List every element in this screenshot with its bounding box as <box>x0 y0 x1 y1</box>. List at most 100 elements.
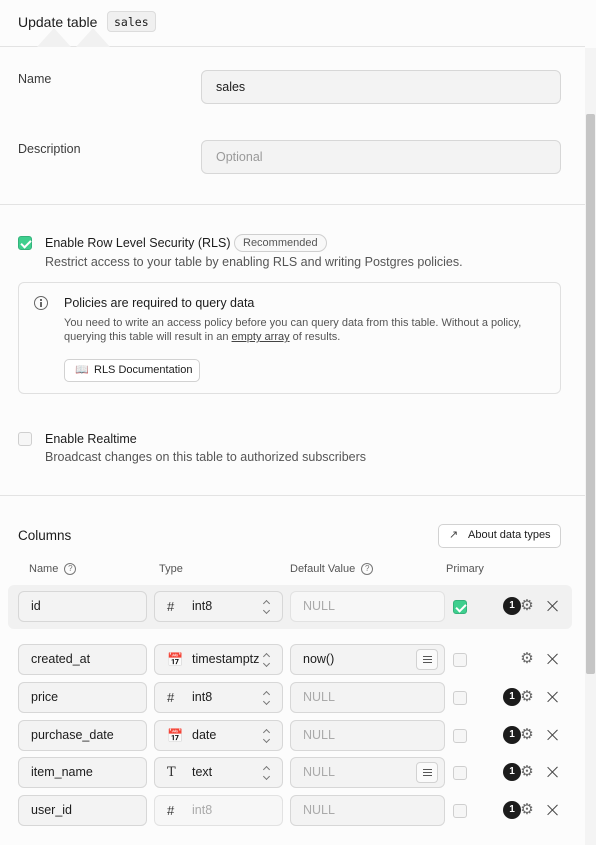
column-type-select[interactable]: T text <box>154 757 283 788</box>
chevron-updown-icon <box>263 767 271 779</box>
header-decoration <box>76 28 110 47</box>
remove-column-icon[interactable] <box>547 600 559 612</box>
panel-header: Update table sales <box>0 0 585 47</box>
remove-column-icon[interactable] <box>547 729 559 741</box>
column-type-select[interactable]: 📅 timestamptz <box>154 644 283 675</box>
recommended-badge: Recommended <box>234 234 327 252</box>
column-type-value: date <box>192 728 217 742</box>
update-table-panel: Update table sales Name sales Descriptio… <box>0 0 596 845</box>
default-value-input[interactable]: NULL <box>290 757 445 788</box>
column-type-value: timestamptz <box>192 652 260 666</box>
chevron-updown-icon <box>263 692 271 704</box>
empty-array-link[interactable]: empty array <box>232 331 290 343</box>
help-icon[interactable]: ? <box>361 563 374 576</box>
text-type-icon: T <box>167 765 176 780</box>
default-value-input[interactable]: NULL <box>290 591 445 622</box>
primary-checkbox[interactable] <box>453 804 467 818</box>
primary-checkbox[interactable] <box>453 653 467 667</box>
help-icon[interactable]: ? <box>64 563 77 576</box>
divider <box>0 204 585 205</box>
column-name-input[interactable]: created_at <box>18 644 147 675</box>
column-name-input[interactable]: user_id <box>18 795 147 826</box>
policies-alert: Policies are required to query data You … <box>18 282 561 394</box>
column-type-select[interactable]: # int8 <box>154 682 283 713</box>
gear-icon[interactable]: ⚙ <box>519 802 535 818</box>
list-icon[interactable] <box>416 762 438 783</box>
column-type-select[interactable]: # int8 <box>154 591 283 622</box>
header-decoration <box>37 28 71 47</box>
header-name-text: Name <box>29 563 59 575</box>
realtime-description: Broadcast changes on this table to autho… <box>45 450 367 464</box>
remove-column-icon[interactable] <box>547 691 559 703</box>
scrollbar-thumb[interactable] <box>586 114 595 674</box>
default-value-input[interactable]: NULL <box>290 682 445 713</box>
rls-label: Enable Row Level Security (RLS) <box>45 236 231 250</box>
alert-text-line1: You need to write an access policy befor… <box>64 317 522 329</box>
chevron-updown-icon <box>263 654 271 666</box>
calendar-icon: 📅 <box>167 728 184 743</box>
about-data-types-label: About data types <box>468 529 551 541</box>
column-name-input[interactable]: purchase_date <box>18 720 147 751</box>
external-link-icon: ↗ <box>449 529 459 541</box>
columns-title: Columns <box>18 528 72 543</box>
alert-text-part: querying this table will result in an <box>64 331 232 343</box>
alert-text-part: of results. <box>289 331 341 343</box>
primary-checkbox[interactable] <box>453 691 467 705</box>
alert-title: Policies are required to query data <box>64 296 255 310</box>
description-input[interactable]: Optional <box>201 140 561 174</box>
column-type-value: text <box>192 765 213 779</box>
column-header-name: Name? <box>29 563 77 576</box>
rls-documentation-label: RLS Documentation <box>94 364 193 376</box>
primary-checkbox[interactable] <box>453 766 467 780</box>
gear-icon[interactable]: ⚙ <box>519 764 535 780</box>
default-value-text: now() <box>303 652 335 666</box>
column-type-value: int8 <box>192 599 213 613</box>
default-value-text: NULL <box>303 765 335 779</box>
name-label: Name <box>18 72 52 86</box>
rls-description: Restrict access to your table by enablin… <box>45 255 463 269</box>
column-type-value: int8 <box>192 803 213 817</box>
column-name-input[interactable]: item_name <box>18 757 147 788</box>
column-header-primary: Primary <box>446 563 484 575</box>
column-type-select[interactable]: 📅 date <box>154 720 283 751</box>
realtime-label: Enable Realtime <box>45 432 137 446</box>
alert-text-line2: querying this table will result in an em… <box>64 331 340 343</box>
gear-icon[interactable]: ⚙ <box>519 651 535 667</box>
rls-documentation-button[interactable]: 📖 RLS Documentation <box>64 359 200 382</box>
realtime-checkbox[interactable] <box>18 432 32 446</box>
default-value-input[interactable]: NULL <box>290 720 445 751</box>
name-input[interactable]: sales <box>201 70 561 104</box>
book-icon: 📖 <box>75 364 89 376</box>
rls-checkbox[interactable] <box>18 236 32 250</box>
hash-icon: # <box>167 803 175 818</box>
scrollbar[interactable] <box>585 48 596 845</box>
gear-icon[interactable]: ⚙ <box>519 598 535 614</box>
hash-icon: # <box>167 599 175 614</box>
column-type-select[interactable]: # int8 <box>154 795 283 826</box>
about-data-types-button[interactable]: ↗ About data types <box>438 524 561 548</box>
calendar-icon: 📅 <box>167 652 184 667</box>
gear-icon[interactable]: ⚙ <box>519 727 535 743</box>
column-header-type: Type <box>159 563 183 575</box>
remove-column-icon[interactable] <box>547 804 559 816</box>
gear-icon[interactable]: ⚙ <box>519 689 535 705</box>
default-value-input[interactable]: NULL <box>290 795 445 826</box>
primary-checkbox[interactable] <box>453 729 467 743</box>
table-name-code: sales <box>107 11 156 32</box>
column-header-default: Default Value? <box>290 563 374 576</box>
info-icon <box>34 296 48 310</box>
chevron-updown-icon <box>263 730 271 742</box>
header-default-text: Default Value <box>290 563 356 575</box>
column-name-input[interactable]: id <box>18 591 147 622</box>
default-value-input[interactable]: now() <box>290 644 445 675</box>
divider <box>0 495 585 496</box>
column-type-value: int8 <box>192 690 213 704</box>
remove-column-icon[interactable] <box>547 766 559 778</box>
chevron-updown-icon <box>263 601 271 613</box>
description-label: Description <box>18 142 81 156</box>
remove-column-icon[interactable] <box>547 653 559 665</box>
primary-checkbox[interactable] <box>453 600 467 614</box>
hash-icon: # <box>167 690 175 705</box>
column-name-input[interactable]: price <box>18 682 147 713</box>
list-icon[interactable] <box>416 649 438 670</box>
